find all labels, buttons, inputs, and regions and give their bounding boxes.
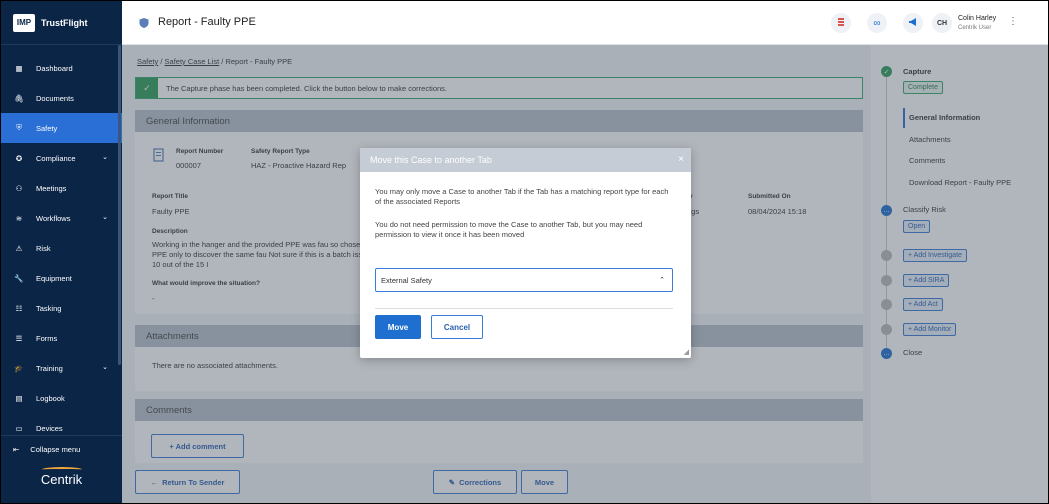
warning-icon: ⚠	[15, 243, 23, 253]
forms-icon: ☰	[15, 333, 23, 343]
sidebar-item-label: Compliance	[36, 153, 76, 163]
sidebar-scrollbar[interactable]	[118, 45, 121, 365]
sidebar-item-label: Devices	[36, 423, 63, 433]
centrik-logo: Centrik	[1, 467, 122, 487]
sidebar-item-risk[interactable]: ⚠ Risk	[1, 233, 122, 263]
graduation-icon: 🎓	[14, 363, 24, 373]
sidebar-item-logbook[interactable]: ▤ Logbook	[1, 383, 122, 413]
database-button[interactable]	[831, 13, 851, 33]
collapse-menu-button[interactable]: ⇤ Collapse menu	[1, 435, 122, 463]
user-avatar[interactable]: CH	[932, 13, 952, 33]
chevron-down-icon: ⌄	[102, 364, 108, 371]
database-icon	[836, 17, 846, 29]
sidebar-nav: ▦ Dashboard 🖇 Documents ⛨ Safety ✪ Compliance ⌄ ⚇…	[1, 53, 122, 443]
user-role: Centrik User	[958, 25, 992, 31]
brand-logo: IMP	[13, 13, 35, 32]
link-icon: ∞	[873, 17, 881, 29]
sidebar-item-equipment[interactable]: 🔧 Equipment	[1, 263, 122, 293]
announcement-button[interactable]	[903, 13, 923, 33]
modal-move-button[interactable]: Move	[375, 315, 421, 339]
modal-cancel-button[interactable]: Cancel	[431, 315, 483, 339]
sidebar-item-label: Safety	[36, 123, 58, 133]
paperclip-icon: 🖇	[14, 93, 24, 103]
wrench-icon: 🔧	[14, 273, 24, 283]
sidebar-item-compliance[interactable]: ✪ Compliance ⌄	[1, 143, 122, 173]
sidebar-item-label: Logbook	[36, 393, 65, 403]
modal-info-text-2: You do not need permission to move the C…	[375, 220, 643, 239]
sidebar-item-meetings[interactable]: ⚇ Meetings	[1, 173, 122, 203]
sidebar-item-label: Risk	[36, 243, 51, 253]
clipboard-icon: ☷	[15, 303, 23, 313]
megaphone-icon	[908, 17, 918, 29]
brand: IMP TrustFlight	[1, 1, 122, 45]
sidebar-item-forms[interactable]: ☰ Forms	[1, 323, 122, 353]
close-icon[interactable]: ×	[678, 154, 684, 165]
shield-icon	[138, 17, 150, 31]
tab-select-dropdown[interactable]: External Safety ⌃	[375, 268, 673, 292]
sidebar-item-tasking[interactable]: ☷ Tasking	[1, 293, 122, 323]
sidebar: IMP TrustFlight ▦ Dashboard 🖇 Documents ⛨ Saf…	[1, 1, 122, 503]
move-case-modal: Move this Case to another Tab × You may …	[360, 148, 691, 358]
sidebar-item-label: Forms	[36, 333, 58, 343]
chevron-up-icon: ⌃	[659, 277, 665, 284]
sidebar-item-label: Workflows	[36, 213, 71, 223]
chevron-down-icon: ⌄	[102, 214, 108, 221]
star-badge-icon: ✪	[15, 153, 23, 163]
resize-handle-icon[interactable]: ◢	[684, 348, 689, 356]
devices-icon: ▭	[15, 423, 23, 433]
sidebar-item-label: Tasking	[36, 303, 62, 313]
sidebar-item-documents[interactable]: 🖇 Documents	[1, 83, 122, 113]
more-options-icon[interactable]: ⋮	[1008, 16, 1018, 27]
tab-select-value: External Safety	[381, 275, 432, 285]
page-title: Report - Faulty PPE	[158, 16, 256, 28]
modal-info-text-1: You may only move a Case to another Tab …	[375, 187, 669, 206]
modal-header: Move this Case to another Tab ×	[360, 148, 691, 172]
sidebar-item-label: Meetings	[36, 183, 67, 193]
brand-name: TrustFlight	[41, 17, 88, 28]
sidebar-item-label: Dashboard	[36, 63, 73, 73]
layers-icon: ≋	[15, 213, 23, 223]
chevron-down-icon: ⌄	[102, 154, 108, 161]
user-name: Colin Harley	[958, 15, 997, 22]
collapse-menu-label: Collapse menu	[30, 445, 81, 454]
collapse-arrow-icon: ⇤	[13, 445, 20, 454]
meetings-icon: ⚇	[15, 183, 23, 193]
modal-title: Move this Case to another Tab	[370, 155, 492, 165]
sidebar-item-safety[interactable]: ⛨ Safety	[1, 113, 122, 143]
link-button[interactable]: ∞	[867, 13, 887, 33]
sidebar-item-label: Documents	[36, 93, 74, 103]
book-icon: ▤	[15, 393, 23, 403]
top-header: Report - Faulty PPE ∞ CH Colin Harley Ce…	[122, 1, 1048, 45]
sidebar-item-label: Equipment	[36, 273, 72, 283]
sidebar-item-training[interactable]: 🎓 Training ⌄	[1, 353, 122, 383]
dashboard-icon: ▦	[15, 63, 23, 73]
shield-icon: ⛨	[16, 123, 22, 132]
modal-divider	[375, 308, 673, 309]
sidebar-item-dashboard[interactable]: ▦ Dashboard	[1, 53, 122, 83]
sidebar-item-label: Training	[36, 363, 63, 373]
sidebar-item-workflows[interactable]: ≋ Workflows ⌄	[1, 203, 122, 233]
app-window: IMP TrustFlight ▦ Dashboard 🖇 Documents ⛨ Saf…	[1, 1, 1048, 503]
